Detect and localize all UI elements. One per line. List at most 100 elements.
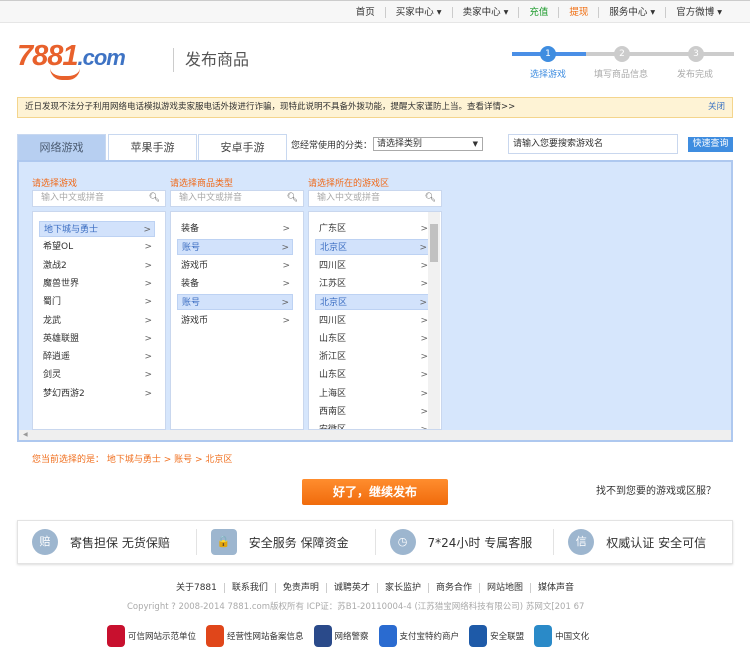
list-item[interactable]: 江苏区 >	[315, 276, 431, 292]
trust-badge[interactable]: 经营性网站备案信息	[206, 624, 304, 648]
not-found-link[interactable]: 找不到您要的游戏或区服？	[596, 482, 716, 497]
list-item[interactable]: 四川区 >	[315, 313, 431, 329]
trust-badge[interactable]: 中国文化	[534, 624, 589, 648]
list-item[interactable]: 山东区 >	[315, 367, 431, 383]
top-nav: 首页 买家中心 ▾ 卖家中心 ▾ 充值 提现 服务中心 ▾ 官方微博 ▾	[346, 7, 732, 18]
badge-label: 网络警察	[334, 632, 369, 642]
list-item[interactable]: 装备 >	[177, 276, 293, 292]
column-filter-input[interactable]: 输入中文或拼音 🔍︎	[308, 190, 442, 207]
item-label: 梦幻西游2	[43, 388, 85, 399]
list-item[interactable]: 上海区 >	[315, 386, 431, 402]
list-item[interactable]: 账号 >	[177, 294, 293, 311]
list-item[interactable]: 梦幻西游2 >	[39, 386, 155, 402]
list-item[interactable]: 英雄联盟 >	[39, 331, 155, 347]
chevron-right-icon: >	[420, 315, 428, 326]
nav-withdraw[interactable]: 提现	[558, 7, 598, 18]
chevron-right-icon: >	[420, 260, 428, 271]
list-item[interactable]: 希望OL >	[39, 239, 155, 255]
trust-badge[interactable]: 支付宝特约商户	[378, 624, 460, 648]
item-label: 账号	[182, 298, 201, 309]
nav-weibo[interactable]: 官方微博 ▾	[665, 7, 732, 18]
continue-button[interactable]: 好了，继续发布	[302, 479, 448, 505]
chevron-right-icon: >	[144, 333, 152, 344]
footer-link[interactable]: 诚聘英才	[325, 583, 377, 593]
list-item[interactable]: 安徽区>	[315, 422, 431, 429]
features-bar: 赔寄售担保 无货保赔 🔒 安全服务 保障资金 ◷ 7*24小时 专属客服 信权威认证…	[17, 520, 733, 564]
list-item[interactable]: 游戏币 >	[177, 313, 293, 329]
trust-badges: 可信网站示范单位 经营性网站备案信息 网络警察 支付宝特约商户 安全联盟 中国文化	[107, 624, 589, 648]
trust-badge[interactable]: 网络警察	[313, 624, 369, 648]
list-item[interactable]: 账号 >	[177, 239, 293, 256]
column-list: 地下城与勇士 > 希望OL > 激战2 > 魔兽世界 > 蜀门 > 龙武 > 英雄联盟 > 醉逍遥 > 剑灵 > 梦…	[32, 211, 166, 430]
nav-seller-center[interactable]: 卖家中心 ▾	[451, 7, 519, 18]
nav-recharge[interactable]: 充值	[518, 7, 558, 18]
crumb-prefix: 您当前选择的是：	[32, 455, 105, 465]
list-item[interactable]: 西南区 >	[315, 404, 431, 420]
list-item[interactable]: 装备 >	[177, 221, 293, 237]
nav-home[interactable]: 首页	[346, 7, 385, 18]
list-item[interactable]: 蜀门 >	[39, 294, 155, 310]
item-label: 广东区	[319, 224, 347, 234]
item-label: 江苏区	[319, 278, 347, 289]
list-item[interactable]: 四川区 >	[315, 258, 431, 274]
search-icon[interactable]: 🔍︎	[149, 191, 160, 206]
notice-bar: 近日发现不法分子利用网络电话模拟游戏卖家服电话外拨进行诈骗，现特此说明不具备外拨…	[17, 97, 733, 118]
feature-service: ◷ 7*24小时 专属客服	[374, 529, 554, 555]
footer-link[interactable]: 网站地图	[478, 583, 530, 593]
search-icon[interactable]: 🔍︎	[425, 191, 436, 206]
item-label: 游戏币	[181, 315, 209, 326]
trust-badge[interactable]: 可信网站示范单位	[107, 624, 196, 648]
list-item[interactable]: 北京区 >	[315, 294, 431, 311]
chevron-right-icon: >	[420, 388, 428, 399]
nav-service-center[interactable]: 服务中心 ▾	[598, 7, 665, 18]
item-label: 魔兽世界	[43, 278, 80, 289]
list-item[interactable]: 广东区 >	[315, 221, 431, 237]
tab-online-games[interactable]: 网络游戏	[17, 134, 106, 161]
list-item[interactable]: 山东区 >	[315, 331, 431, 347]
notice-text[interactable]: 近日发现不法分子利用网络电话模拟游戏卖家服电话外拨进行诈骗，现特此说明不具备外拨…	[25, 102, 515, 112]
footer-link[interactable]: 家长监护	[376, 583, 428, 593]
list-item[interactable]: 浙江区 >	[315, 349, 431, 365]
tab-ios-games[interactable]: 苹果手游	[108, 134, 197, 161]
item-label: 四川区	[319, 260, 347, 271]
list-item[interactable]: 游戏币 >	[177, 258, 293, 274]
column-filter-input[interactable]: 输入中文或拼音 🔍︎	[170, 190, 304, 207]
chevron-right-icon: >	[144, 315, 152, 326]
nav-buyer-center[interactable]: 买家中心 ▾	[384, 7, 452, 18]
chevron-right-icon: >	[282, 224, 290, 234]
footer-link[interactable]: 媒体声音	[529, 583, 581, 593]
zone-list-scrollbar[interactable]	[428, 212, 440, 429]
list-item[interactable]: 地下城与勇士 >	[39, 221, 155, 237]
trust-badge[interactable]: 安全联盟	[469, 624, 524, 648]
horizontal-scrollbar[interactable]: ◀	[19, 430, 731, 440]
list-item[interactable]: 魔兽世界 >	[39, 276, 155, 292]
filter-placeholder: 输入中文或拼音	[41, 193, 105, 203]
footer-link[interactable]: 关于7881	[169, 583, 224, 593]
chevron-right-icon: >	[282, 278, 290, 289]
quick-search-button[interactable]: 快速查询	[688, 137, 733, 152]
game-search-input[interactable]: 请输入您要搜索游戏名	[508, 134, 678, 154]
search-icon[interactable]: 🔍︎	[287, 191, 298, 206]
footer-link[interactable]: 免责声明	[274, 583, 326, 593]
chevron-right-icon: >	[144, 260, 152, 271]
badge-icon	[378, 625, 397, 647]
chevron-right-icon: >	[420, 407, 428, 417]
tab-android-games[interactable]: 安卓手游	[198, 134, 287, 161]
list-item[interactable]: 醉逍遥 >	[39, 349, 155, 365]
list-item[interactable]: 龙武 >	[39, 313, 155, 329]
list-item[interactable]: 北京区 >	[315, 239, 431, 256]
feature-text: 安全服务 保障资金	[248, 535, 349, 550]
item-label: 浙江区	[319, 352, 347, 363]
notice-close-link[interactable]: 关闭	[708, 98, 725, 117]
filter-placeholder: 输入中文或拼音	[317, 193, 381, 203]
chevron-right-icon: >	[144, 388, 152, 399]
list-item[interactable]: 剑灵 >	[39, 367, 155, 383]
column-filter-input[interactable]: 输入中文或拼音 🔍︎	[32, 190, 166, 207]
list-item[interactable]: 激战2 >	[39, 258, 155, 274]
item-label: 西南区	[319, 407, 347, 417]
badge-label: 支付宝特约商户	[399, 632, 460, 642]
category-select[interactable]: 请选择类别 ▼	[373, 137, 483, 151]
footer-link[interactable]: 商务合作	[427, 583, 479, 593]
footer-link[interactable]: 联系我们	[223, 583, 275, 593]
chevron-right-icon: >	[420, 224, 428, 234]
